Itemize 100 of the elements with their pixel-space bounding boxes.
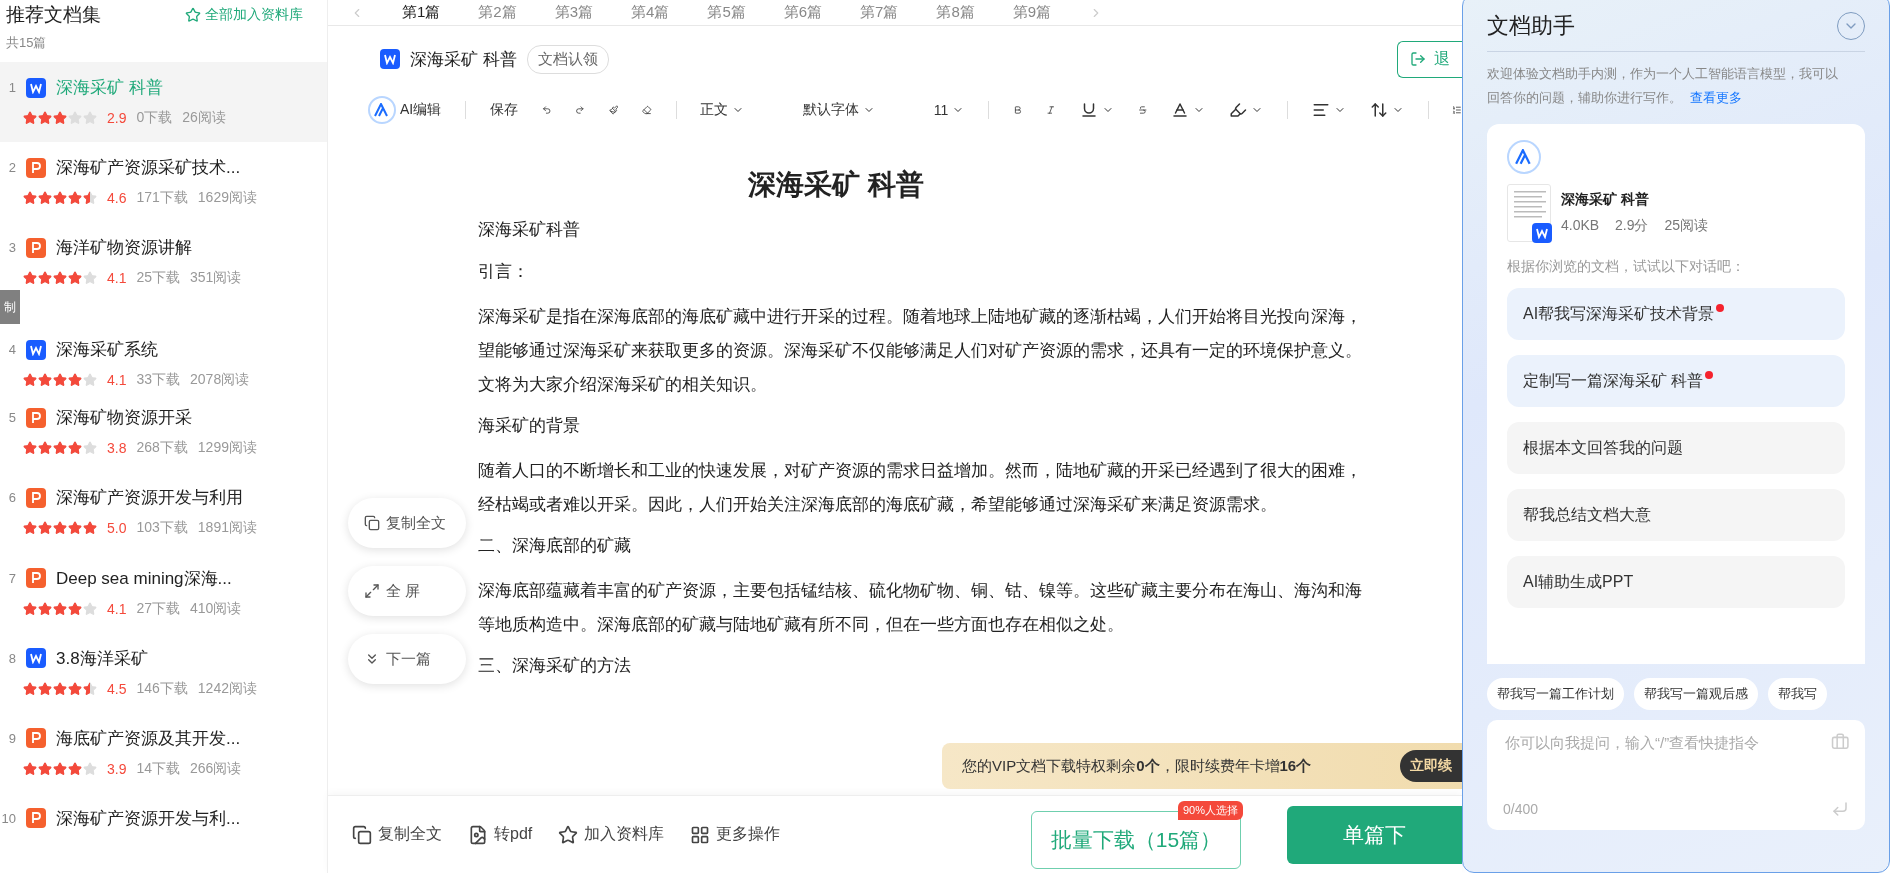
line-spacing-icon xyxy=(1369,101,1388,119)
next-document-button[interactable]: 下一篇 xyxy=(348,634,466,684)
download-count: 27下载 xyxy=(136,599,181,618)
document-list-item[interactable]: 4 深海采矿系统 4.1 33下载 2078阅读 xyxy=(0,324,327,393)
expand-icon xyxy=(364,583,380,599)
download-count: 0下载 xyxy=(136,109,173,127)
quick-prompt-chip[interactable]: 帮我写 xyxy=(1768,678,1827,710)
copy-tooltip: 制 xyxy=(0,290,20,325)
star-icon xyxy=(53,373,67,388)
underline-dropdown[interactable] xyxy=(1079,101,1114,119)
document-list-item[interactable]: 2 深海矿产资源采矿技术... 4.6 171下载 1629阅读 xyxy=(0,142,327,223)
font-color-dropdown[interactable] xyxy=(1171,101,1206,119)
star-icon xyxy=(68,601,82,616)
copy-all-button[interactable]: 复制全文 xyxy=(348,498,466,548)
claim-tag[interactable]: 文档认领 xyxy=(526,44,609,74)
rating: 4.1 xyxy=(107,600,127,617)
document-list-item[interactable]: 10 深海矿产资源开发与利... xyxy=(0,792,327,873)
document-list-item[interactable]: 5 深海矿物资源开采 3.8 268下载 1299阅读 xyxy=(0,392,327,473)
document-title: 深海采矿 科普 xyxy=(56,77,163,99)
page-tab[interactable]: 第8篇 xyxy=(936,3,975,22)
star-icon xyxy=(53,441,67,456)
rating: 5.0 xyxy=(107,520,127,537)
highlight-dropdown[interactable] xyxy=(1229,101,1264,119)
star-icon xyxy=(83,601,97,616)
new-dot-icon xyxy=(1716,303,1725,312)
quick-prompt-chip[interactable]: 帮我写一篇观后感 xyxy=(1634,678,1758,710)
rating: 4.5 xyxy=(107,680,127,697)
add-to-library-link[interactable]: 加入资料库 xyxy=(558,824,665,845)
text-line: 海采矿的背景 xyxy=(478,415,581,437)
star-icon xyxy=(53,271,67,286)
read-count: 1891阅读 xyxy=(197,519,257,538)
read-count: 1242阅读 xyxy=(197,679,257,698)
exit-icon xyxy=(1410,51,1426,67)
style-dropdown[interactable]: 正文 xyxy=(700,101,745,119)
page-tab[interactable]: 第5篇 xyxy=(707,3,746,22)
font-color-icon xyxy=(1171,101,1190,119)
suggestion-prompt: 根据你浏览的文档，试试以下对话吧： xyxy=(1507,258,1746,276)
ai-logo-icon xyxy=(368,96,396,124)
suggestion-item[interactable]: 帮我总结文档大意 xyxy=(1507,489,1845,541)
save-button[interactable]: 保存 xyxy=(489,101,518,119)
read-count: 351阅读 xyxy=(190,269,242,288)
to-pdf-link[interactable]: 转pdf xyxy=(468,824,533,845)
image-file-icon xyxy=(468,824,488,845)
page-tab[interactable]: 第9篇 xyxy=(1012,3,1052,22)
document-list-item[interactable]: 3 海洋矿物资源讲解 4.1 25下载 351阅读 xyxy=(0,222,327,291)
document-title: 深海矿产资源开发与利... xyxy=(56,807,241,830)
suggestion-item[interactable]: 定制写一篇深海采矿 科普 xyxy=(1507,355,1845,407)
copy-all-link[interactable]: 复制全文 xyxy=(352,824,442,845)
star-icon xyxy=(83,271,97,286)
document-title: 深海采矿系统 xyxy=(56,339,158,362)
star-icon xyxy=(68,761,82,776)
star-icon xyxy=(23,681,37,696)
star-icon xyxy=(23,761,37,776)
page-tab[interactable]: 第7篇 xyxy=(860,3,899,22)
fullscreen-button[interactable]: 全 屏 xyxy=(348,566,466,616)
item-number: 4 xyxy=(7,342,16,358)
font-dropdown[interactable]: 默认字体 xyxy=(803,101,876,119)
align-dropdown[interactable] xyxy=(1311,101,1346,119)
document-count: 共15篇 xyxy=(5,34,48,52)
item-number: 7 xyxy=(7,570,16,586)
ai-logo-icon xyxy=(1507,140,1541,174)
star-icon xyxy=(68,191,82,206)
font-size-dropdown[interactable]: 11 xyxy=(933,102,965,118)
star-icon xyxy=(68,373,82,388)
suggestion-item[interactable]: 根据本文回答我的问题 xyxy=(1507,422,1845,474)
star-icon xyxy=(53,681,67,696)
document-list-item[interactable]: 7 Deep sea mining深海... 4.1 27下载 410阅读 xyxy=(0,552,327,633)
text-line: 引言： xyxy=(478,261,530,283)
slides-file-icon xyxy=(26,808,46,829)
page-tab[interactable]: 第3篇 xyxy=(554,3,594,22)
suggestion-item[interactable]: AI帮我写深海采矿技术背景 xyxy=(1507,288,1845,340)
question-field[interactable]: 你可以向我提问，输入“/”查看快捷指令 xyxy=(1503,732,1823,752)
document-list-item[interactable]: 6 深海矿产资源开发与利用 5.0 103下载 1891阅读 xyxy=(0,472,327,553)
star-icon xyxy=(68,521,82,536)
slides-file-icon xyxy=(26,407,46,428)
document-title: 深海矿产资源开发与利用 xyxy=(56,487,243,510)
slides-file-icon xyxy=(26,157,46,178)
star-icon xyxy=(83,761,97,776)
page-tab[interactable]: 第1篇 xyxy=(402,3,441,22)
item-number: 8 xyxy=(7,650,16,666)
item-number: 1 xyxy=(7,80,16,95)
page-tab[interactable]: 第4篇 xyxy=(631,3,670,22)
text-line: 二、深海底部的矿藏 xyxy=(478,535,632,557)
rating: 3.9 xyxy=(107,760,127,777)
page-tab[interactable]: 第2篇 xyxy=(478,3,517,22)
line-spacing-dropdown[interactable] xyxy=(1369,101,1404,119)
document-list-item[interactable]: 8 3.8海洋采矿 4.5 146下载 1242阅读 xyxy=(0,632,327,713)
ai-edit-button[interactable]: AI编辑 xyxy=(368,96,442,124)
page-tab[interactable]: 第6篇 xyxy=(783,3,823,22)
panel-title: 文档助手 xyxy=(1487,12,1575,40)
more-actions-link[interactable]: 更多操作 xyxy=(690,824,781,845)
see-more-link[interactable]: 查看更多 xyxy=(1690,90,1742,105)
download-count: 146下载 xyxy=(136,679,188,698)
underline-icon xyxy=(1079,101,1098,119)
document-list-item[interactable]: 9 海底矿产资源及其开发... 3.9 14下载 266阅读 xyxy=(0,712,327,793)
slides-file-icon xyxy=(26,237,46,258)
star-icon xyxy=(23,111,37,125)
quick-prompt-chip[interactable]: 帮我写一篇工作计划 xyxy=(1487,678,1624,710)
suggestion-item[interactable]: AI辅助生成PPT xyxy=(1507,556,1845,608)
renew-button[interactable]: 立即续 xyxy=(1400,750,1462,782)
